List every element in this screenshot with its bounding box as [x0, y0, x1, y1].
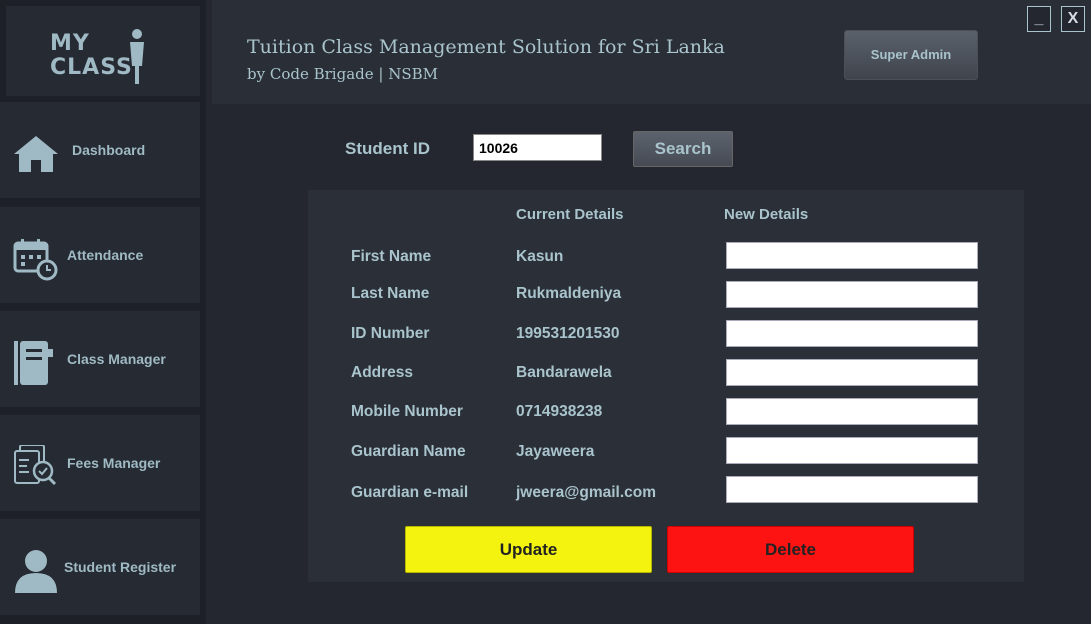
sidebar-item-student-register[interactable]: Student Register	[0, 519, 200, 615]
first-name-current: Kasun	[516, 248, 564, 265]
app-subtitle: by Code Brigade | NSBM	[247, 65, 438, 83]
guardian-name-label: Guardian Name	[351, 443, 466, 460]
delete-button[interactable]: Delete	[667, 526, 914, 573]
notebook-icon	[14, 341, 53, 385]
sidebar-item-class-manager[interactable]: Class Manager	[0, 311, 200, 407]
current-details-header: Current Details	[516, 206, 624, 223]
sidebar-item-label: Attendance	[67, 247, 144, 263]
sidebar-item-fees-manager[interactable]: Fees Manager	[0, 415, 200, 511]
first-name-new-input[interactable]	[726, 242, 978, 269]
mobile-number-current: 0714938238	[516, 403, 603, 420]
guardian-email-new-input[interactable]	[726, 476, 978, 503]
student-id-label: Student ID	[345, 139, 430, 158]
calendar-clock-icon	[13, 239, 58, 281]
super-admin-button[interactable]: Super Admin	[844, 30, 978, 80]
search-button[interactable]: Search	[633, 131, 733, 167]
sidebar-item-label: Class Manager	[67, 351, 166, 367]
sidebar-item-label: Student Register	[64, 559, 177, 575]
mobile-number-label: Mobile Number	[351, 403, 463, 420]
new-details-header: New Details	[724, 206, 809, 223]
guardian-name-new-input[interactable]	[726, 437, 978, 464]
home-icon	[14, 136, 58, 172]
app-header: Tuition Class Management Solution for Sr…	[212, 0, 1091, 104]
last-name-label: Last Name	[351, 285, 430, 302]
id-number-new-input[interactable]	[726, 320, 978, 347]
student-id-input[interactable]	[473, 134, 602, 161]
address-new-input[interactable]	[726, 359, 978, 386]
minimize-button[interactable]: _	[1027, 6, 1051, 32]
id-number-current: 199531201530	[516, 325, 620, 342]
update-button[interactable]: Update	[405, 526, 652, 573]
guardian-email-label: Guardian e-mail	[351, 484, 469, 501]
user-icon	[15, 550, 57, 593]
logo-line-2: CLASS	[50, 55, 133, 80]
app-title: Tuition Class Management Solution for Sr…	[247, 36, 725, 58]
mobile-number-new-input[interactable]	[726, 398, 978, 425]
sidebar-item-attendance[interactable]: Attendance	[0, 207, 200, 303]
sidebar-item-dashboard[interactable]: Dashboard	[0, 102, 200, 198]
close-button[interactable]: X	[1061, 6, 1085, 32]
logo-line-1: MY	[50, 31, 90, 56]
id-number-label: ID Number	[351, 325, 430, 342]
sidebar-item-label: Dashboard	[72, 142, 146, 158]
address-label: Address	[351, 364, 414, 381]
app-logo: MY CLASS	[6, 6, 200, 96]
logo-text: MY CLASS	[50, 32, 133, 80]
document-check-icon	[14, 445, 57, 486]
logo-figure-icon	[130, 29, 144, 84]
last-name-current: Rukmaldeniya	[516, 285, 622, 302]
last-name-new-input[interactable]	[726, 281, 978, 308]
guardian-name-current: Jayaweera	[516, 443, 595, 460]
sidebar-item-label: Fees Manager	[67, 455, 161, 471]
address-current: Bandarawela	[516, 364, 612, 381]
sidebar: MY CLASS Dashboard Attendance Class Mana…	[0, 0, 206, 624]
first-name-label: First Name	[351, 248, 432, 265]
guardian-email-current: jweera@gmail.com	[516, 484, 657, 501]
